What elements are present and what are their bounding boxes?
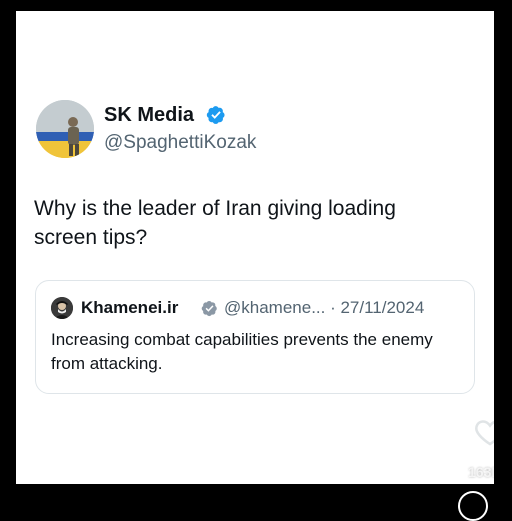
author-handle[interactable]: @SpaghettiKozak	[104, 131, 256, 155]
like-count: 163K	[468, 464, 494, 480]
quoted-author-name[interactable]: Khamenei.ir	[81, 297, 178, 319]
verified-badge-icon	[201, 301, 217, 317]
author-avatar[interactable]	[36, 100, 94, 158]
heart-icon[interactable]	[472, 415, 494, 449]
verified-badge-icon	[206, 106, 225, 124]
quoted-tweet-text: Increasing combat capabilities prevents …	[51, 330, 433, 373]
quoted-author-avatar[interactable]	[51, 297, 73, 319]
quoted-tweet[interactable]: Khamenei.ir @khamene... · 27/11/2024 Inc…	[35, 280, 475, 394]
profile-circle-icon[interactable]	[458, 491, 488, 521]
author-name[interactable]: SK Media	[104, 103, 194, 127]
tweet-card: SK Media @SpaghettiKozak Why is the lead…	[16, 11, 494, 484]
quoted-handle-and-date: @khamene... · 27/11/2024	[224, 298, 425, 317]
tweet-text: Why is the leader of Iran giving loading…	[34, 197, 396, 249]
